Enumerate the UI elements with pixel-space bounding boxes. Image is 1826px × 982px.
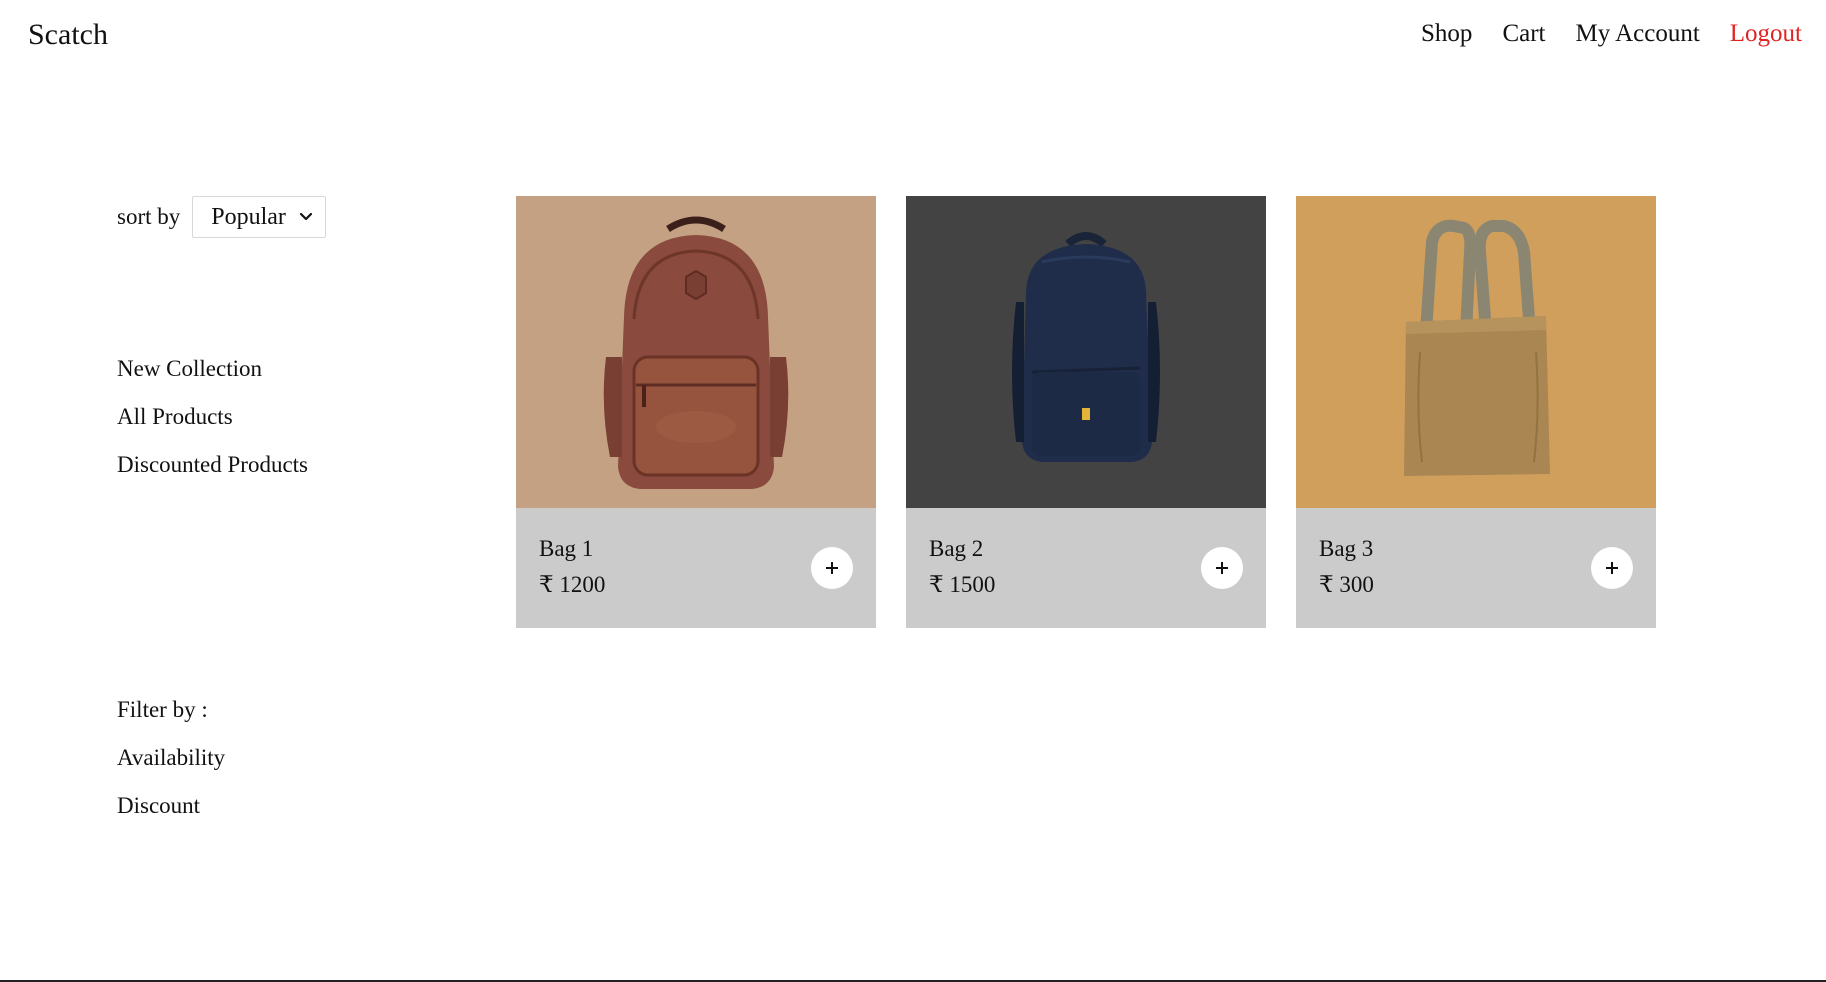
sidebar-item-discounted-products[interactable]: Discounted Products xyxy=(117,452,437,478)
top-nav: Scatch Shop Cart My Account Logout xyxy=(0,0,1826,80)
sort-selected-value: Popular xyxy=(211,203,286,230)
nav-link-my-account[interactable]: My Account xyxy=(1575,20,1699,48)
filter-discount[interactable]: Discount xyxy=(117,793,225,819)
product-info: Bag 3 ₹ 300 xyxy=(1296,508,1656,628)
product-image-area xyxy=(1296,196,1656,508)
collection-list: New Collection All Products Discounted P… xyxy=(117,356,437,478)
plus-icon xyxy=(826,562,838,574)
nav-menu: Shop Cart My Account Logout xyxy=(1421,20,1802,48)
sidebar-item-all-products[interactable]: All Products xyxy=(117,404,437,430)
sort-label: sort by xyxy=(117,204,181,229)
brand-logo[interactable]: Scatch xyxy=(28,18,108,52)
sort-select[interactable]: Popular xyxy=(192,196,327,238)
product-card[interactable]: Bag 3 ₹ 300 xyxy=(1296,196,1656,628)
sort-row: sort by Popular xyxy=(117,196,437,238)
nav-link-logout[interactable]: Logout xyxy=(1730,20,1802,48)
product-image-area xyxy=(516,196,876,508)
chevron-down-icon xyxy=(300,212,313,221)
add-to-cart-button[interactable] xyxy=(1201,547,1243,589)
filter-section: Filter by : Availability Discount xyxy=(117,697,225,819)
backpack-image xyxy=(603,216,789,489)
product-card[interactable]: Bag 1 ₹ 1200 xyxy=(516,196,876,628)
filter-title: Filter by : xyxy=(117,697,208,722)
product-grid: Bag 1 ₹ 1200 Bag 2 ₹ 1500 Bag 3 ₹ 300 xyxy=(516,196,1656,628)
product-card[interactable]: Bag 2 ₹ 1500 xyxy=(906,196,1266,628)
product-image-area xyxy=(906,196,1266,508)
tote-bag-image xyxy=(1404,219,1550,476)
sidebar: sort by Popular New Collection All Produ… xyxy=(117,196,437,478)
add-to-cart-button[interactable] xyxy=(811,547,853,589)
nav-link-cart[interactable]: Cart xyxy=(1502,20,1545,48)
sidebar-item-new-collection[interactable]: New Collection xyxy=(117,356,437,382)
plus-icon xyxy=(1216,562,1228,574)
filter-availability[interactable]: Availability xyxy=(117,745,225,771)
product-info: Bag 2 ₹ 1500 xyxy=(906,508,1266,628)
product-info: Bag 1 ₹ 1200 xyxy=(516,508,876,628)
add-to-cart-button[interactable] xyxy=(1591,547,1633,589)
nav-link-shop[interactable]: Shop xyxy=(1421,20,1472,48)
plus-icon xyxy=(1606,562,1618,574)
backpack-image xyxy=(1012,232,1160,462)
